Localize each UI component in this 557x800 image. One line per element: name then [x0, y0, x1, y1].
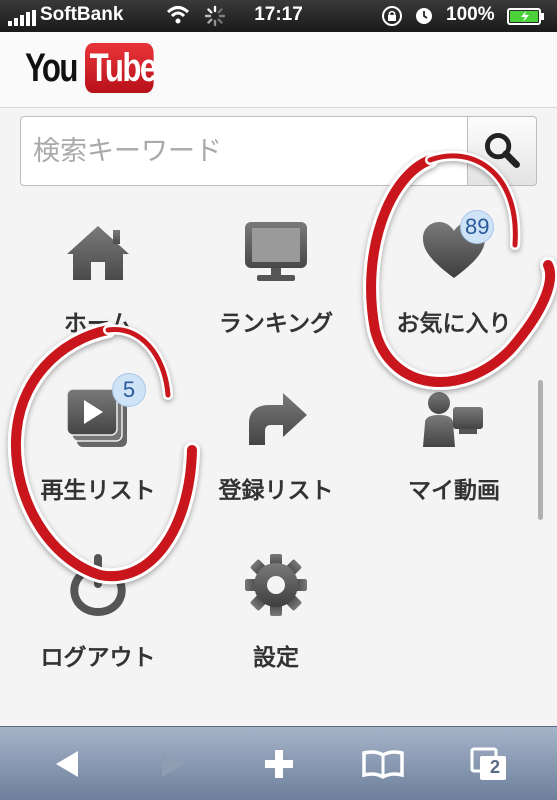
status-bar: SoftBank 17:17 100%: [0, 0, 557, 32]
search-input[interactable]: [20, 116, 469, 186]
menu-label-settings: 設定: [253, 645, 299, 671]
user-camera-icon: [423, 392, 483, 447]
menu-grid: ホーム ランキング 89 お気に入り 5 再生リスト 登録リスト マイ動画 ログ…: [0, 200, 557, 725]
home-icon: [67, 226, 129, 280]
menu-item-favorites[interactable]: 89 お気に入り: [364, 200, 544, 360]
menu-item-ranking[interactable]: ランキング: [186, 200, 366, 360]
logo-you: You: [25, 45, 78, 90]
app-header: You Tube: [0, 32, 557, 108]
browser-toolbar: 2: [0, 726, 557, 800]
rotation-lock-icon: [382, 6, 402, 26]
power-icon: [70, 554, 126, 617]
menu-item-playlists[interactable]: 5 再生リスト: [8, 367, 188, 527]
menu-item-subscriptions[interactable]: 登録リスト: [186, 367, 366, 527]
menu-item-settings[interactable]: 設定: [186, 534, 366, 694]
menu-label-favorites: お気に入り: [396, 311, 512, 337]
bookmarks-button[interactable]: [356, 741, 410, 787]
pages-count: 2: [489, 757, 500, 777]
menu-item-home[interactable]: ホーム: [8, 200, 188, 360]
menu-item-my-videos[interactable]: マイ動画: [364, 367, 544, 527]
back-arrow-icon: [56, 751, 78, 777]
book-icon: [362, 750, 404, 780]
share-arrow-icon: [249, 393, 307, 445]
gear-icon: [245, 554, 307, 616]
add-bookmark-button[interactable]: [252, 741, 306, 787]
search-bar: [0, 108, 557, 200]
forward-arrow-icon: [162, 751, 184, 777]
playlists-count-badge: 5: [112, 373, 146, 407]
menu-label-playlists: 再生リスト: [40, 478, 156, 504]
back-button[interactable]: [40, 741, 94, 787]
scroll-indicator[interactable]: [538, 380, 543, 520]
monitor-icon: [245, 222, 307, 281]
battery-charging-icon: [507, 8, 544, 25]
search-icon: [485, 133, 520, 168]
battery-percent: 100%: [446, 4, 495, 25]
menu-label-logout: ログアウト: [40, 645, 156, 671]
youtube-logo[interactable]: You Tube: [25, 42, 173, 94]
search-button[interactable]: [467, 116, 537, 186]
menu-label-my-videos: マイ動画: [408, 478, 500, 504]
forward-button[interactable]: [146, 741, 200, 787]
logo-tube: Tube: [85, 43, 157, 93]
plus-icon: [265, 750, 293, 778]
menu-label-home: ホーム: [63, 311, 133, 337]
alarm-icon: [416, 8, 432, 24]
pages-button[interactable]: 2: [462, 741, 516, 787]
menu-label-ranking: ランキング: [218, 311, 334, 337]
favorites-count-badge: 89: [460, 210, 495, 244]
menu-item-logout[interactable]: ログアウト: [8, 534, 188, 694]
menu-label-subscriptions: 登録リスト: [218, 478, 334, 504]
